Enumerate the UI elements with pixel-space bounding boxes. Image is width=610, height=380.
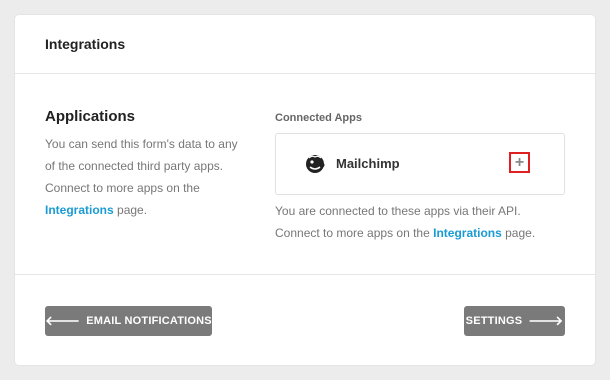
page-title: Integrations [45, 36, 126, 52]
card-header: Integrations [15, 15, 595, 74]
card-body: Applications You can send this form's da… [15, 74, 595, 275]
applications-title: Applications [45, 108, 136, 125]
settings-label: SETTINGS [465, 315, 523, 327]
card-footer: 🡐 EMAIL NOTIFICATIONS SETTINGS 🡒 [15, 275, 595, 365]
add-app-button[interactable]: + [509, 152, 530, 173]
connected-apps-label: Connected Apps [275, 112, 362, 124]
arrow-left-icon: 🡐 [45, 313, 81, 328]
integrations-link[interactable]: Integrations [45, 203, 114, 217]
integrations-card: Integrations Applications You can send t… [15, 15, 595, 365]
email-notifications-label: EMAIL NOTIFICATIONS [86, 315, 212, 327]
email-notifications-button[interactable]: 🡐 EMAIL NOTIFICATIONS [45, 306, 212, 336]
info-suffix: page. [505, 226, 536, 240]
connected-apps-info: You are connected to these apps via thei… [275, 200, 565, 244]
connected-apps-section: Connected Apps Mailchimp + You are conne… [275, 112, 565, 244]
applications-description: You can send this form's data to any of … [45, 133, 245, 221]
app-name: Mailchimp [336, 156, 400, 171]
integrations-link-2[interactable]: Integrations [433, 226, 502, 240]
settings-button[interactable]: SETTINGS 🡒 [464, 306, 565, 336]
applications-section: Applications You can send this form's da… [45, 108, 245, 221]
applications-desc-text: You can send this form's data to any of … [45, 137, 238, 195]
applications-desc-suffix: page. [117, 203, 148, 217]
mailchimp-icon [306, 155, 325, 173]
app-item-mailchimp: Mailchimp + [275, 133, 565, 195]
arrow-right-icon: 🡒 [528, 313, 564, 328]
